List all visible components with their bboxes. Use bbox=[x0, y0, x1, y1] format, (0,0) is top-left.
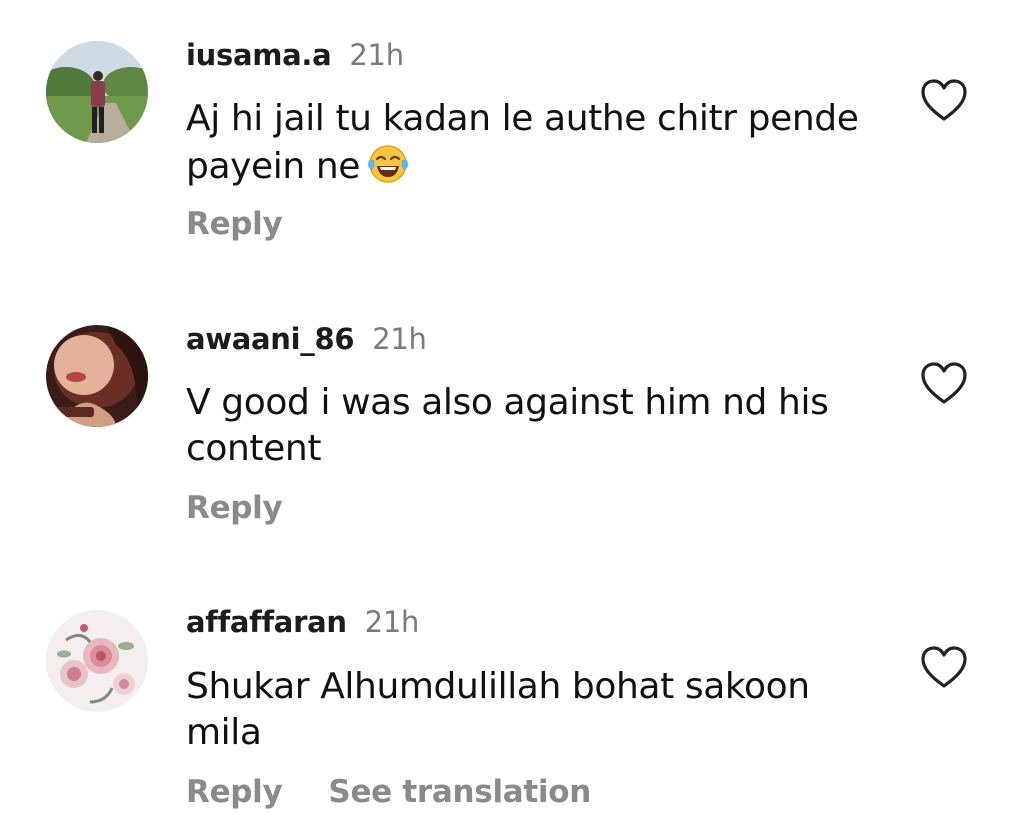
comment-actions: Reply See translation bbox=[186, 774, 591, 810]
timestamp: 21h bbox=[364, 605, 420, 639]
like-button[interactable] bbox=[918, 359, 970, 407]
comment-text: V good i was also against him nd his con… bbox=[186, 380, 866, 472]
username[interactable]: awaani_86 bbox=[186, 322, 355, 356]
reply-button[interactable]: Reply bbox=[186, 774, 283, 810]
comment-text-line: payein ne bbox=[186, 146, 360, 187]
comment-text-line-with-emoji: payein ne bbox=[186, 142, 866, 190]
comment-text-line: V good i was also against him nd his bbox=[186, 382, 829, 423]
username[interactable]: iusama.a bbox=[186, 38, 332, 72]
comment-meta: affaffaran 21h bbox=[186, 605, 419, 645]
face-with-tears-of-joy-emoji bbox=[366, 142, 410, 186]
heart-outline-icon bbox=[921, 79, 967, 121]
comment-text-line: mila bbox=[186, 712, 262, 753]
comment-meta: iusama.a 21h bbox=[186, 38, 404, 78]
heart-outline-icon bbox=[921, 362, 967, 404]
comment-meta: awaani_86 21h bbox=[186, 322, 427, 362]
reply-button[interactable]: Reply bbox=[186, 206, 283, 242]
avatar-photo-portrait bbox=[46, 325, 148, 427]
comment-actions: Reply bbox=[186, 206, 283, 242]
reply-button[interactable]: Reply bbox=[186, 490, 283, 526]
comment-text: Aj hi jail tu kadan le authe chitr pende… bbox=[186, 96, 866, 190]
avatar[interactable] bbox=[46, 325, 148, 427]
timestamp: 21h bbox=[372, 322, 427, 356]
avatar-photo-outdoor bbox=[46, 41, 148, 143]
comment-text-line: Aj hi jail tu kadan le authe chitr pende bbox=[186, 98, 859, 139]
see-translation-button[interactable]: See translation bbox=[328, 774, 591, 810]
username[interactable]: affaffaran bbox=[186, 605, 347, 639]
heart-outline-icon bbox=[921, 646, 967, 688]
comment-text: Shukar Alhumdulillah bohat sakoon mila bbox=[186, 664, 866, 756]
avatar-floral-illustration bbox=[46, 610, 148, 712]
avatar[interactable] bbox=[46, 41, 148, 143]
timestamp: 21h bbox=[349, 38, 404, 72]
comment-actions: Reply bbox=[186, 490, 283, 526]
like-button[interactable] bbox=[918, 76, 970, 124]
avatar[interactable] bbox=[46, 610, 148, 712]
comment-text-line: Shukar Alhumdulillah bohat sakoon bbox=[186, 666, 810, 707]
comment-text-line: content bbox=[186, 428, 322, 469]
like-button[interactable] bbox=[918, 643, 970, 691]
